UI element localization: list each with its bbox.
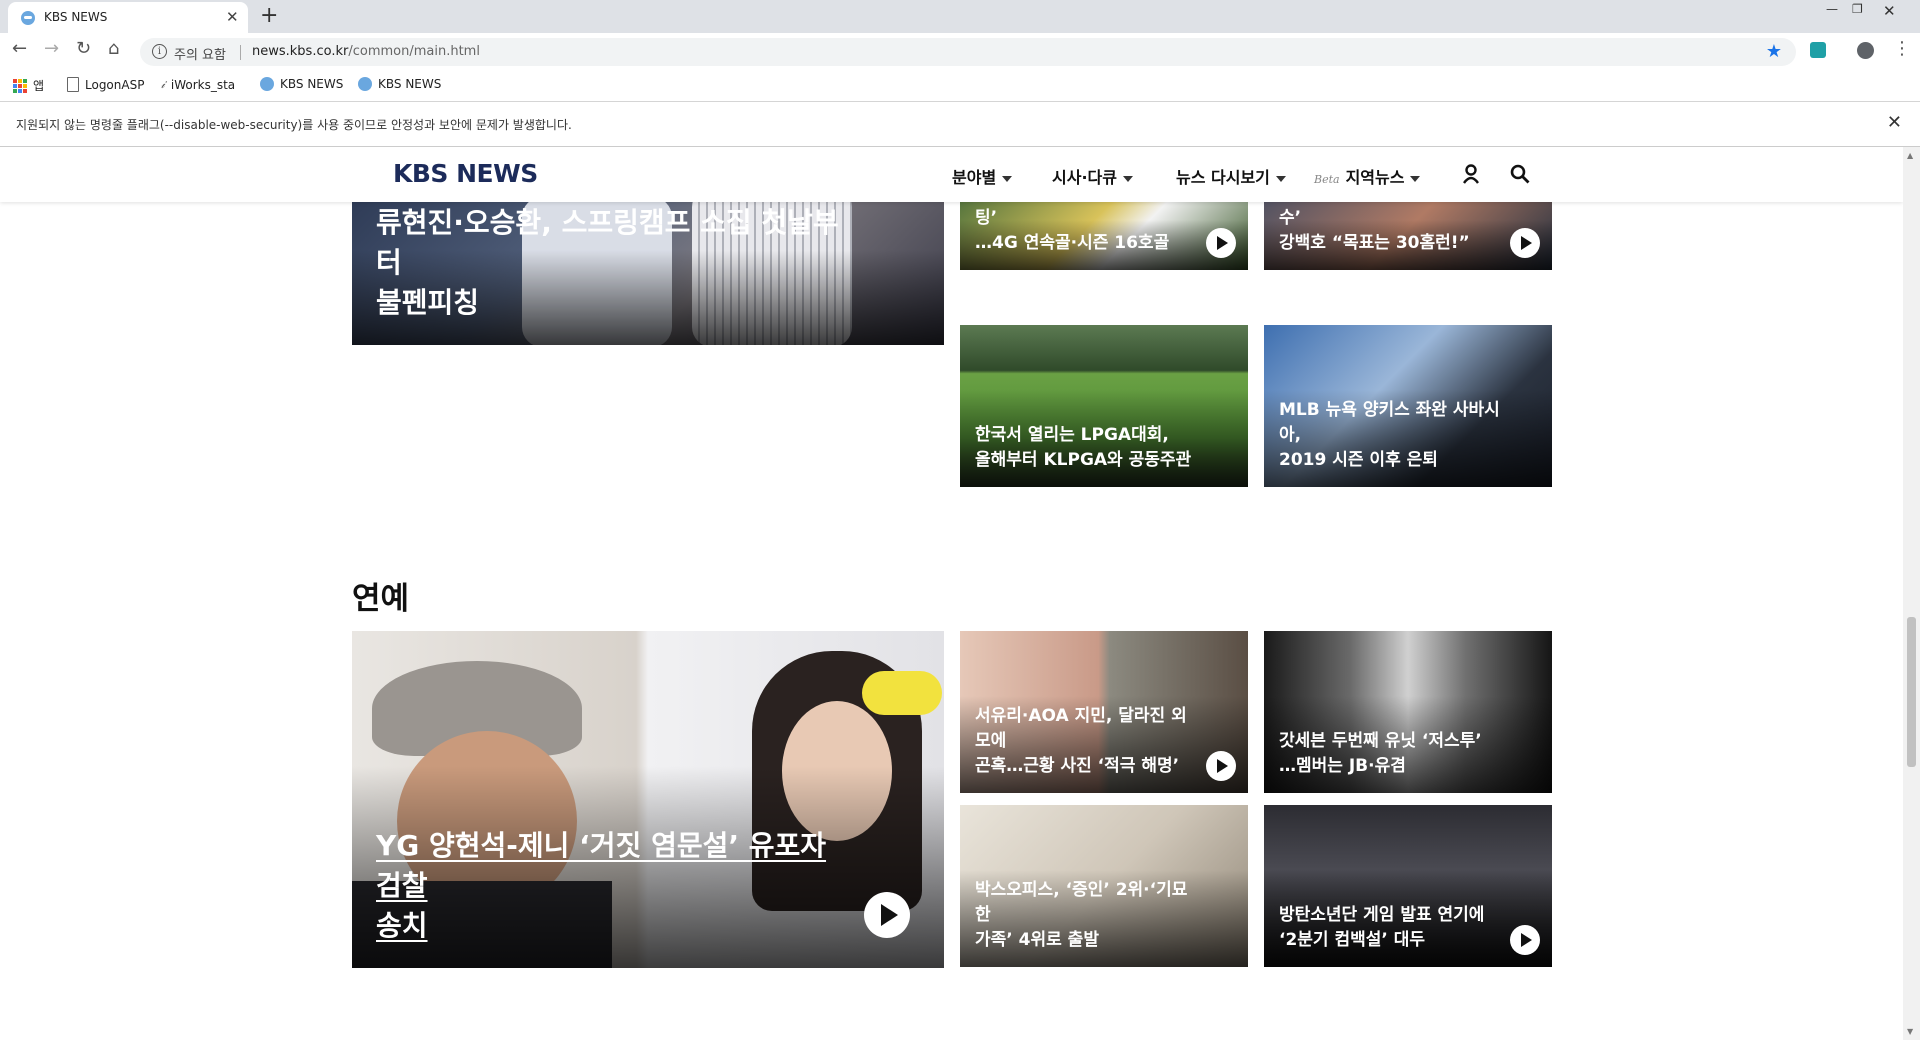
url-host: news.kbs.co.kr xyxy=(252,44,349,59)
security-warning: 주의 요함 xyxy=(174,48,226,63)
url-path: /common/main.html xyxy=(348,44,480,59)
caret-down-icon xyxy=(1002,175,1013,182)
bookmark-label: 앱 xyxy=(33,79,45,93)
tab-title: KBS NEWS xyxy=(44,10,108,24)
menu-label: 시사·다큐 xyxy=(1052,168,1117,187)
news-headline[interactable]: 방탄소년단 게임 발표 연기에 ‘2분기 컴백설’ 대두 xyxy=(1279,903,1502,953)
menu-news-replay[interactable]: 뉴스 다시보기 xyxy=(1176,164,1286,188)
reload-icon[interactable]: ↻ xyxy=(76,38,91,59)
play-icon[interactable] xyxy=(864,892,910,938)
profile-icon[interactable] xyxy=(1857,42,1874,59)
user-icon[interactable] xyxy=(1462,164,1480,184)
news-card-featured-entertainment[interactable]: YG 양현석-제니 ‘거짓 염문설’ 유포자 검찰 송치 xyxy=(352,631,944,968)
play-icon[interactable] xyxy=(1206,228,1236,258)
kbs-favicon-icon xyxy=(358,77,372,91)
infobar-close-icon[interactable]: ✕ xyxy=(1887,112,1902,133)
bookmarks-bar: 앱 LogonASP 𝒾 iWorks_sta KBS NEWS KBS NEW… xyxy=(0,71,1920,102)
menu-by-category[interactable]: 분야별 xyxy=(952,164,1013,188)
omnibox-divider xyxy=(240,45,241,60)
home-icon[interactable]: ⌂ xyxy=(108,38,119,59)
extension-icon[interactable] xyxy=(1810,42,1826,58)
caret-down-icon xyxy=(1275,175,1286,182)
menu-label: 지역뉴스 xyxy=(1345,168,1405,187)
bookmark-iworks[interactable]: 𝒾 iWorks_sta xyxy=(161,77,235,92)
warning-infobar: 지원되지 않는 명령줄 플래그(--disable-web-security)를… xyxy=(0,102,1920,147)
play-icon[interactable] xyxy=(1206,751,1236,781)
restore-icon[interactable]: ❐ xyxy=(1852,2,1863,16)
search-icon[interactable] xyxy=(1510,164,1530,184)
script-icon: 𝒾 xyxy=(161,77,165,91)
scroll-up-arrow-icon[interactable]: ▲ xyxy=(1907,151,1913,160)
bookmark-logonasp[interactable]: LogonASP xyxy=(67,77,144,92)
bookmark-kbs-news-1[interactable]: KBS NEWS xyxy=(260,77,343,91)
scrollbar-thumb[interactable] xyxy=(1907,617,1916,767)
new-tab-button[interactable]: + xyxy=(260,3,278,28)
tab-strip: KBS NEWS ✕ + — ❐ ✕ xyxy=(0,0,1920,33)
news-headline[interactable]: 박스오피스, ‘증인’ 2위·‘기묘한 가족’ 4위로 출발 xyxy=(975,878,1198,953)
kbs-favicon-icon xyxy=(21,11,35,25)
apps-grid-icon xyxy=(13,78,27,93)
page-scrollbar[interactable]: ▲ ▼ xyxy=(1903,147,1920,1040)
news-headline[interactable]: 서유리·AOA 지민, 달라진 외모에 곤혹…근황 사진 ‘적극 해명’ xyxy=(975,704,1198,779)
address-bar[interactable]: i 주의 요함 news.kbs.co.kr/common/main.html … xyxy=(140,38,1796,66)
kbs-news-logo[interactable]: KBS NEWS xyxy=(393,159,538,188)
page-viewport: KBS NEWS 분야별 시사·다큐 뉴스 다시보기 Beta 지역뉴스 류현진·… xyxy=(0,147,1903,1040)
infobar-message: 지원되지 않는 명령줄 플래그(--disable-web-security)를… xyxy=(16,118,572,132)
play-icon[interactable] xyxy=(1510,228,1540,258)
news-card-sports-4[interactable]: MLB 뉴욕 양키스 좌완 사바시아, 2019 시즌 이후 은퇴 xyxy=(1264,325,1552,487)
info-icon[interactable]: i xyxy=(152,44,167,59)
beta-badge: Beta xyxy=(1314,173,1340,186)
kbs-favicon-icon xyxy=(260,77,274,91)
tab-kbs-news[interactable]: KBS NEWS ✕ xyxy=(8,2,248,33)
bookmark-apps[interactable]: 앱 xyxy=(13,77,44,94)
news-card-sports-3[interactable]: 한국서 열리는 LPGA대회, 올해부터 KLPGA와 공동주관 xyxy=(960,325,1248,487)
menu-label: 뉴스 다시보기 xyxy=(1176,168,1270,187)
bookmark-label: KBS NEWS xyxy=(280,77,344,91)
browser-toolbar: ← → ↻ ⌂ i 주의 요함 news.kbs.co.kr/common/ma… xyxy=(0,33,1920,71)
news-card-entertainment-1[interactable]: 서유리·AOA 지민, 달라진 외모에 곤혹…근황 사진 ‘적극 해명’ xyxy=(960,631,1248,793)
menu-local-news[interactable]: Beta 지역뉴스 xyxy=(1314,164,1421,188)
url-text: news.kbs.co.kr/common/main.html xyxy=(252,44,480,59)
caret-down-icon xyxy=(1410,175,1421,182)
news-card-entertainment-4[interactable]: 방탄소년단 게임 발표 연기에 ‘2분기 컴백설’ 대두 xyxy=(1264,805,1552,967)
minimize-icon[interactable]: — xyxy=(1826,2,1838,16)
news-headline[interactable]: 한국서 열리는 LPGA대회, 올해부터 KLPGA와 공동주관 xyxy=(975,423,1198,473)
menu-current-affairs[interactable]: 시사·다큐 xyxy=(1052,164,1133,188)
news-headline[interactable]: YG 양현석-제니 ‘거짓 염문설’ 유포자 검찰 송치 xyxy=(376,826,844,946)
browser-menu-icon[interactable]: ⋮ xyxy=(1893,38,1911,59)
news-card-entertainment-2[interactable]: 갓세븐 두번째 유닛 ‘저스투’ …멤버는 JB·유겸 xyxy=(1264,631,1552,793)
bookmark-label: KBS NEWS xyxy=(378,77,442,91)
tab-close-icon[interactable]: ✕ xyxy=(226,8,239,26)
menu-label: 분야별 xyxy=(952,168,997,187)
back-arrow-icon[interactable]: ← xyxy=(12,38,27,59)
play-icon[interactable] xyxy=(1510,925,1540,955)
bookmark-label: iWorks_sta xyxy=(170,77,236,92)
caret-down-icon xyxy=(1122,175,1133,182)
news-headline[interactable]: MLB 뉴욕 양키스 좌완 사바시아, 2019 시즌 이후 은퇴 xyxy=(1279,398,1502,473)
news-headline[interactable]: 류현진·오승환, 스프링캠프 소집 첫날부터 불펜피칭 xyxy=(376,203,844,323)
bookmark-kbs-news-2[interactable]: KBS NEWS xyxy=(358,77,441,91)
bookmark-star-icon[interactable]: ★ xyxy=(1766,41,1782,62)
document-icon xyxy=(67,77,79,92)
bookmark-label: LogonASP xyxy=(85,77,145,92)
news-card-featured-sports[interactable]: 류현진·오승환, 스프링캠프 소집 첫날부터 불펜피칭 xyxy=(352,187,944,345)
section-title-entertainment[interactable]: 연예 xyxy=(352,573,409,618)
site-header: KBS NEWS 분야별 시사·다큐 뉴스 다시보기 Beta 지역뉴스 xyxy=(0,147,1903,202)
forward-arrow-icon[interactable]: → xyxy=(44,38,59,59)
scroll-down-arrow-icon[interactable]: ▼ xyxy=(1907,1027,1913,1036)
window-close-icon[interactable]: ✕ xyxy=(1883,2,1896,20)
news-headline[interactable]: 갓세븐 두번째 유닛 ‘저스투’ …멤버는 JB·유겸 xyxy=(1279,729,1502,779)
news-card-entertainment-3[interactable]: 박스오피스, ‘증인’ 2위·‘기묘한 가족’ 4위로 출발 xyxy=(960,805,1248,967)
photo-region xyxy=(862,671,942,715)
